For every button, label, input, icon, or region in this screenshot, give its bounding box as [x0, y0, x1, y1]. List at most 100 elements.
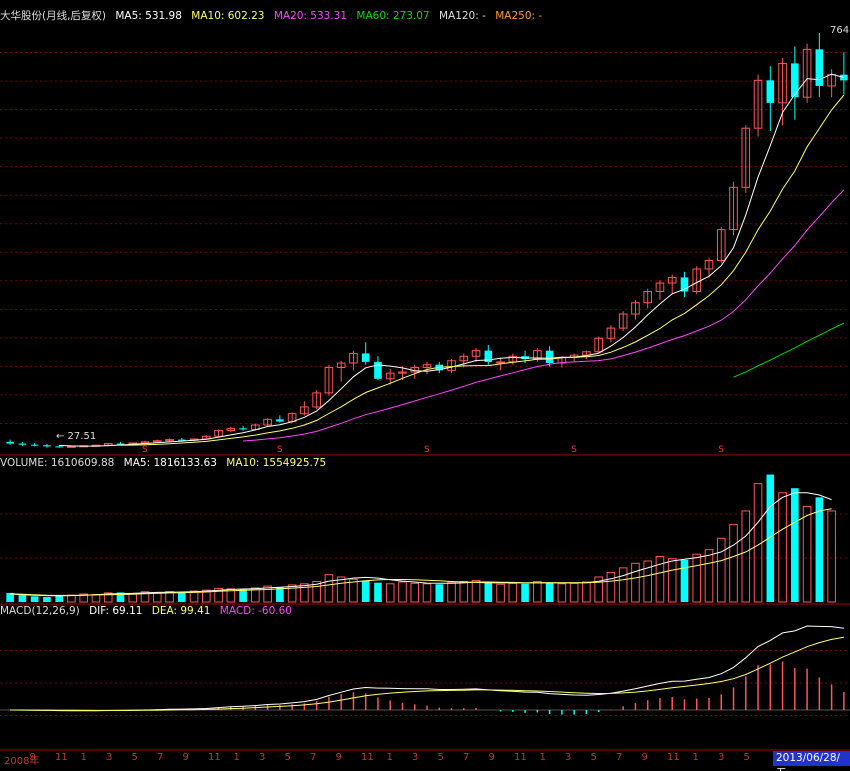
volume-bar-up — [324, 574, 334, 603]
axis-tick-label: 7 — [616, 752, 623, 763]
volume-bar-up — [471, 579, 481, 603]
dividend-marker: S — [142, 445, 148, 455]
dea-value: DEA: 99.41 — [151, 605, 211, 617]
volume-bar-up — [385, 583, 395, 603]
volume-bar-down — [791, 488, 799, 602]
volume-bar-up — [741, 510, 751, 603]
dif-line — [10, 625, 844, 712]
volume-bar-up — [716, 537, 726, 603]
candle-body-down — [791, 63, 799, 98]
volume-bar-up — [398, 581, 407, 603]
high-price-label: 764 — [830, 25, 850, 36]
dividend-marker: S — [718, 445, 724, 455]
volume-bar-up — [618, 567, 628, 603]
volume-bar-down — [361, 580, 370, 602]
volume-ma10-value: MA10: 1554925.75 — [226, 457, 327, 469]
candle-body-down — [766, 80, 775, 103]
stock-title: 大华股份(月线,后复权) — [0, 10, 107, 22]
ma120-value: MA120: - — [438, 10, 486, 22]
volume-bar-up — [67, 594, 76, 603]
volume-bar-down — [521, 583, 529, 602]
axis-tick-label: 5 — [743, 752, 750, 763]
axis-tick-label: 7 — [310, 752, 317, 763]
volume-bar-up — [729, 524, 738, 603]
volume-bar-up — [631, 562, 640, 603]
volume-bar-down — [815, 497, 824, 602]
volume-bar-up — [508, 582, 518, 603]
dividend-marker: S — [571, 445, 577, 455]
volume-bar-up — [336, 576, 346, 603]
volume-bar-up — [667, 558, 677, 603]
volume-bar-up — [91, 593, 101, 603]
ma10-line — [120, 94, 845, 446]
ma10-value: MA10: 602.23 — [191, 10, 265, 22]
volume-bar-down — [30, 596, 39, 602]
axis-tick-label: 5 — [437, 752, 444, 763]
candle-body-down — [361, 353, 370, 362]
axis-tick-label: 7 — [157, 752, 164, 763]
axis-tick-label: 5 — [590, 752, 597, 763]
volume-bar-up — [778, 492, 787, 603]
axis-tick-label: 3 — [106, 752, 113, 763]
candle-body-down — [30, 444, 39, 446]
dividend-marker: S — [424, 445, 430, 455]
ma60-value: MA60: 273.07 — [356, 10, 430, 22]
volume-bar-up — [300, 583, 309, 603]
axis-tick-label: 3 — [412, 752, 419, 763]
volume-bar-up — [582, 581, 591, 603]
ma60-line — [733, 322, 845, 378]
axis-tick-label: 1 — [386, 752, 393, 763]
macd-label: MACD(12,26,9) — [0, 605, 80, 617]
volume-bar-up — [459, 581, 469, 603]
candle-body-down — [815, 49, 824, 86]
current-date-tag: 2013/06/28/五 — [773, 751, 850, 771]
volume-bar-up — [496, 583, 505, 603]
axis-tick-label: 9 — [488, 752, 495, 763]
stock-chart-window: S S S S S 大华股份(月线,后复权) MA5: 531.98 MA10: 602… — [0, 0, 850, 771]
candle-body-down — [545, 350, 554, 364]
ma5-value: MA5: 531.98 — [115, 10, 182, 22]
volume-bar-up — [692, 553, 702, 603]
low-price-label: ← 27.51 — [56, 431, 97, 442]
volume-bar-up — [447, 582, 456, 603]
candle-body-down — [276, 419, 284, 422]
volume-bar-up — [557, 583, 567, 603]
volume-bar-down — [18, 595, 27, 602]
axis-tick-label: 5 — [284, 752, 291, 763]
axis-tick-label: 1 — [692, 752, 699, 763]
volume-bar-up — [802, 505, 812, 603]
axis-tick-label: 5 — [131, 752, 138, 763]
volume-bar-up — [410, 582, 420, 603]
volume-bar-down — [43, 596, 51, 602]
axis-tick-label: 9 — [29, 752, 36, 763]
volume-bar-up — [569, 582, 579, 603]
volume-bar-down — [680, 559, 689, 602]
volume-value: VOLUME: 1610609.88 — [0, 457, 115, 469]
volume-bar-up — [606, 571, 616, 603]
volume-bar-up — [533, 581, 542, 603]
volume-bar-down — [374, 582, 382, 602]
price-info-bar: 大华股份(月线,后复权) MA5: 531.98 MA10: 602.23 MA… — [0, 9, 548, 23]
axis-tick-label: 3 — [718, 752, 725, 763]
volume-ma5-value: MA5: 1816133.63 — [123, 457, 217, 469]
dea-line — [10, 636, 844, 711]
macd-value: MACD: -60.60 — [219, 605, 292, 617]
axis-tick-label: 11 — [514, 752, 527, 763]
candle-body-up — [496, 361, 505, 364]
axis-tick-label: 9 — [641, 752, 648, 763]
volume-bar-down — [177, 591, 186, 602]
candle-body-down — [18, 443, 27, 445]
ma20-line — [243, 189, 845, 442]
volume-bar-down — [239, 589, 247, 602]
axis-tick-label: 9 — [335, 752, 342, 763]
axis-tick-label: 7 — [463, 752, 470, 763]
dif-value: DIF: 69.11 — [89, 605, 143, 617]
ma20-value: MA20: 533.31 — [273, 10, 348, 22]
chart-canvas[interactable]: SSSSS — [0, 0, 850, 771]
macd-info-bar: MACD(12,26,9) DIF: 69.11 DEA: 99.41 MACD… — [0, 604, 298, 618]
candle-body-down — [6, 441, 14, 444]
axis-tick-label: 1 — [233, 752, 240, 763]
volume-bar-up — [827, 510, 836, 603]
axis-tick-label: 1 — [539, 752, 546, 763]
volume-bar-down — [55, 595, 63, 602]
